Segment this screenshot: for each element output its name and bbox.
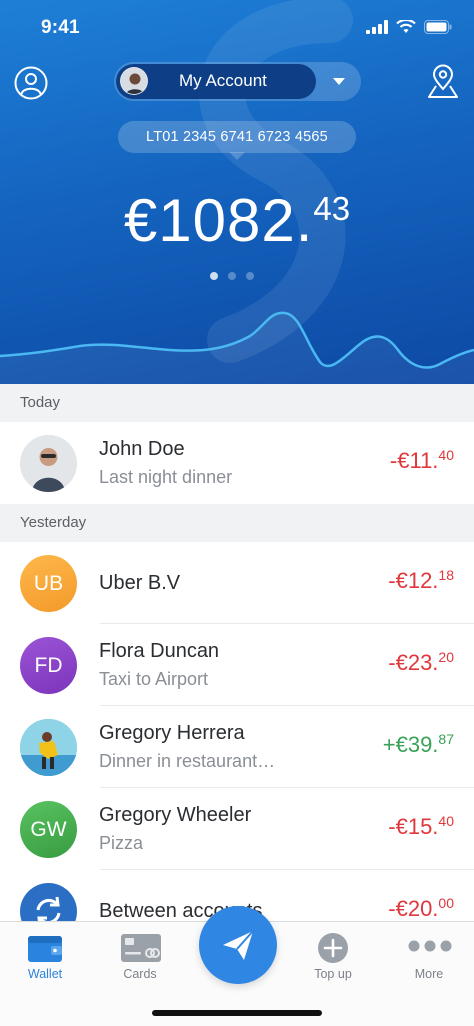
tab-wallet-label: Wallet	[27, 967, 63, 981]
tab-more-label: More	[414, 967, 444, 981]
transaction-name: Gregory Herrera	[99, 722, 245, 744]
transaction-name: Uber B.V	[99, 572, 181, 594]
tab-wallet[interactable]: Wallet	[0, 922, 90, 992]
transaction-name: John Doe	[99, 438, 185, 460]
amount-main: -€15.	[388, 814, 439, 839]
transaction-name: Flora Duncan	[99, 640, 220, 662]
amount-main: +€39.	[382, 732, 439, 757]
avatar-initials-text: FD	[34, 653, 63, 677]
profile-icon[interactable]	[14, 66, 48, 100]
page-dot[interactable]	[246, 272, 254, 280]
avatar-initials-text: UB	[33, 571, 64, 595]
amount-cents: 18	[438, 567, 454, 583]
tab-cards-label: Cards	[123, 967, 157, 981]
amount-cents: 87	[438, 731, 454, 747]
status-icons	[366, 20, 452, 34]
avatar-initials: FD	[20, 637, 77, 694]
page-dot-active[interactable]	[210, 272, 218, 280]
amount-main: -€12.	[388, 568, 439, 593]
account-name: My Account	[179, 71, 267, 90]
transaction-row[interactable]: FD Flora Duncan Taxi to Airport -€23.20	[0, 624, 474, 706]
status-time: 9:41	[41, 17, 80, 38]
transaction-row[interactable]: GW Gregory Wheeler Pizza -€15.40	[0, 788, 474, 870]
avatar-initials: GW	[20, 801, 77, 858]
avatar	[20, 435, 77, 492]
section-header-yesterday: Yesterday	[0, 504, 474, 542]
page-indicator	[210, 272, 254, 280]
more-dots-icon	[408, 940, 452, 952]
signal-icon	[366, 20, 388, 34]
transaction-name: Gregory Wheeler	[99, 804, 252, 826]
send-money-button[interactable]	[199, 906, 277, 984]
battery-icon	[424, 20, 452, 34]
amount-cents: 40	[438, 813, 454, 829]
plus-circle-icon	[318, 933, 348, 963]
amount-main: -€11.	[389, 448, 439, 473]
balance-main: €1082.	[123, 187, 314, 254]
transaction-amount: -€15.40	[388, 813, 454, 840]
transaction-description: Last night dinner	[99, 467, 233, 487]
card-icon	[121, 934, 161, 962]
iban-badge-pointer	[229, 152, 245, 160]
home-indicator	[152, 1010, 322, 1016]
page-dot[interactable]	[228, 272, 236, 280]
chevron-down-icon	[333, 78, 345, 85]
section-header-today: Today	[0, 384, 474, 422]
amount-cents: 40	[438, 447, 454, 463]
transaction-row[interactable]: John Doe Last night dinner -€11.40	[0, 422, 474, 504]
transaction-amount: -€20.00	[388, 895, 454, 922]
transaction-amount: +€39.87	[382, 731, 454, 758]
tab-topup[interactable]: Top up	[288, 922, 378, 992]
balance-cents: 43	[313, 190, 351, 227]
account-header: 9:41 My Account LT01 2345 6741 6723 4565…	[0, 0, 474, 384]
avatar-initials-text: GW	[30, 817, 67, 841]
amount-main: -€20.	[388, 896, 439, 921]
location-pin-icon[interactable]	[426, 64, 460, 100]
person-photo-icon	[20, 719, 77, 776]
person-photo-icon	[20, 435, 77, 492]
amount-cents: 20	[438, 649, 454, 665]
tab-more[interactable]: More	[384, 922, 474, 992]
amount-main: -€23.	[388, 650, 439, 675]
transaction-description: Dinner in restaurant…	[99, 751, 276, 771]
account-selector[interactable]: My Account	[114, 62, 361, 101]
account-balance: €1082.43	[0, 186, 474, 255]
wallet-icon	[28, 936, 62, 962]
amount-cents: 00	[438, 895, 454, 911]
wifi-icon	[396, 20, 416, 33]
transaction-amount: -€11.40	[389, 447, 454, 474]
tab-cards[interactable]: Cards	[95, 922, 185, 992]
tab-topup-label: Top up	[314, 967, 352, 981]
account-avatar	[120, 67, 148, 95]
paper-plane-icon	[223, 930, 254, 960]
transaction-amount: -€12.18	[388, 567, 454, 594]
avatar-initials: UB	[20, 555, 77, 612]
transaction-description: Taxi to Airport	[99, 669, 209, 689]
transaction-amount: -€23.20	[388, 649, 454, 676]
avatar	[20, 719, 77, 776]
balance-wave-graph	[0, 311, 474, 384]
transaction-row[interactable]: Gregory Herrera Dinner in restaurant… +€…	[0, 706, 474, 788]
iban-badge[interactable]: LT01 2345 6741 6723 4565	[118, 121, 356, 153]
status-bar: 9:41	[0, 0, 474, 58]
transaction-description: Pizza	[99, 833, 144, 853]
transaction-row[interactable]: UB Uber B.V -€12.18	[0, 542, 474, 624]
